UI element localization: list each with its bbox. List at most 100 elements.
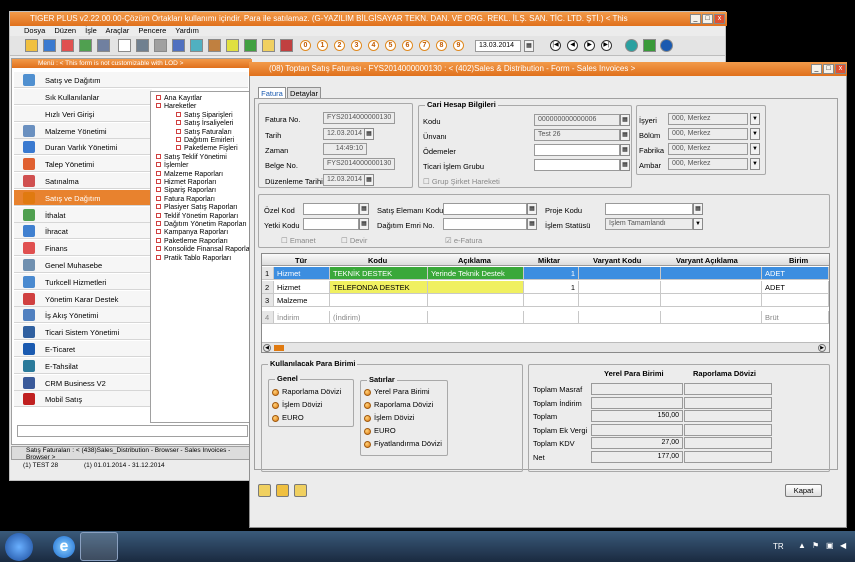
grid-cell-miktar[interactable] <box>524 310 579 324</box>
grid-cell-vk[interactable] <box>579 267 661 280</box>
bottom-tool-2-button[interactable] <box>276 484 289 497</box>
fabrika-field[interactable]: 000, Merkez <box>668 143 748 155</box>
header-tur[interactable]: Tür <box>295 256 307 265</box>
sidebar-item-14[interactable]: Ticari Sistem Yönetimi <box>14 324 152 341</box>
fatura-no-field[interactable]: FYS2014000000130 <box>323 112 395 124</box>
tarih-field[interactable]: 12.03.2014 <box>323 128 365 140</box>
tree-node[interactable]: Satış Faturaları <box>176 128 232 136</box>
grid-scrollbar[interactable]: ◀ ▶ <box>262 342 829 352</box>
sidebar-item-5[interactable]: Satınalma <box>14 173 152 189</box>
shortcut-2[interactable]: 2 <box>334 40 345 51</box>
nav-prev-icon[interactable]: ◀ <box>567 40 578 51</box>
tool-table-icon[interactable] <box>97 39 110 52</box>
grid-cell-tur[interactable]: Malzeme <box>274 294 330 307</box>
grid-cell-vk[interactable] <box>579 294 661 307</box>
devir-checkbox[interactable]: ☐ Devir <box>341 236 367 245</box>
sidebar-item-13[interactable]: İş Akış Yönetimi <box>14 307 152 324</box>
tool-link-icon[interactable] <box>244 39 257 52</box>
grid-cell-miktar[interactable]: 1 <box>524 267 579 280</box>
shortcut-1[interactable]: 1 <box>317 40 328 51</box>
satir-islem-radio[interactable]: İşlem Dövizi <box>364 413 414 422</box>
grid-cell-vk[interactable] <box>579 310 661 324</box>
sidebar-item-17[interactable]: CRM Business V2 <box>14 374 152 391</box>
grid-cell-va[interactable] <box>661 294 762 307</box>
yetki-kodu-field[interactable] <box>303 218 359 230</box>
tree-node[interactable]: İşlemler <box>156 162 189 169</box>
tray-flag-icon[interactable]: ⚑ <box>812 541 819 550</box>
kapat-button[interactable]: Kapat <box>785 484 822 497</box>
grid-cell-aciklama[interactable] <box>428 280 524 294</box>
isyeri-dropdown[interactable]: ▼ <box>750 113 760 125</box>
tarih-calendar-icon[interactable]: ▦ <box>364 128 374 140</box>
belge-no-field[interactable]: FYS2014000000130 <box>323 158 395 170</box>
sidebar-item-4[interactable]: Talep Yönetimi <box>14 156 152 173</box>
grid-cell-kodu[interactable] <box>330 294 428 307</box>
grid-cell-vk[interactable] <box>579 280 661 294</box>
ozel-kod-field[interactable] <box>303 203 359 215</box>
kodu-field[interactable]: 000000000000006 <box>534 114 620 126</box>
grid-cell-va[interactable] <box>661 310 762 324</box>
grid-cell-n[interactable]: 3 <box>262 294 274 307</box>
tool-d-icon[interactable] <box>660 39 673 52</box>
sidebar-item-12[interactable]: Yönetim Karar Destek <box>14 290 152 307</box>
zaman-field[interactable]: 14:49:10 <box>323 143 367 155</box>
ozel-kod-dropdown[interactable]: ▦ <box>359 203 369 215</box>
odemeler-dropdown[interactable]: ▦ <box>620 144 630 156</box>
grid-cell-va[interactable] <box>661 280 762 294</box>
grid-cell-kodu[interactable]: TEKNİK DESTEK <box>330 267 428 280</box>
grid-cell-kodu[interactable]: TELEFONDA DESTEK <box>330 280 428 294</box>
tree-node[interactable]: Konsolide Finansal Raporlar <box>156 246 252 253</box>
menu-title-satis[interactable]: Satış ve Dağıtım <box>14 72 248 88</box>
grid-cell-birim[interactable]: Brüt <box>762 310 829 324</box>
unvani-dropdown[interactable]: ▦ <box>620 129 630 141</box>
grid-cell-birim[interactable] <box>762 294 829 307</box>
tool-settings-icon[interactable] <box>208 39 221 52</box>
tool-search-icon[interactable] <box>262 39 275 52</box>
header-birim[interactable]: Birim <box>789 256 808 265</box>
form-maximize-button[interactable]: □ <box>823 64 834 74</box>
shortcut-0[interactable]: 0 <box>300 40 311 51</box>
tool-calc-icon[interactable] <box>154 39 167 52</box>
menu-isle[interactable]: İşle <box>85 26 97 35</box>
kodu-dropdown[interactable]: ▦ <box>620 114 630 126</box>
satir-fiyat-radio[interactable]: Fiyatlandırma Dövizi <box>364 439 442 448</box>
shortcut-3[interactable]: 3 <box>351 40 362 51</box>
tree-node[interactable]: Hareketler <box>156 103 196 110</box>
menu-araclar[interactable]: Araçlar <box>105 26 129 35</box>
grid-cell-va[interactable] <box>661 267 762 280</box>
grup-checkbox[interactable]: ☐ Grup Şirket Hareketi <box>423 177 500 186</box>
ticari-dropdown[interactable]: ▦ <box>620 159 630 171</box>
tree-node[interactable]: Hizmet Raporları <box>156 179 217 186</box>
efatura-checkbox[interactable]: ☑ e-Fatura <box>445 236 482 245</box>
scroll-right-icon[interactable]: ▶ <box>818 344 826 352</box>
grid-cell-n[interactable]: 2 <box>262 280 274 294</box>
islem-statusu-field[interactable]: İşlem Tamamlandı <box>605 218 693 230</box>
tree-node[interactable]: Ana Kayıtlar <box>156 95 202 102</box>
ticari-field[interactable] <box>534 159 620 171</box>
header-varyant-kodu[interactable]: Varyant Kodu <box>593 256 641 265</box>
sidebar-item-10[interactable]: Genel Muhasebe <box>14 257 152 273</box>
proje-field[interactable] <box>605 203 693 215</box>
tool-puzzle-icon[interactable] <box>643 39 656 52</box>
main-minimize-button[interactable]: _ <box>690 14 701 24</box>
tree-node[interactable]: Fatura Raporları <box>156 195 215 203</box>
grid-cell-aciklama[interactable] <box>428 294 524 307</box>
tab-detaylar[interactable]: Detaylar <box>287 87 321 98</box>
sidebar-item-0[interactable]: Sık Kullanılanlar <box>14 89 152 105</box>
shortcut-5[interactable]: 5 <box>385 40 396 51</box>
tool-edit-icon[interactable] <box>61 39 74 52</box>
tree-node[interactable]: Plasiyer Satış Raporları <box>156 204 238 211</box>
menu-pencere[interactable]: Pencere <box>138 26 166 35</box>
satis-elemani-dropdown[interactable]: ▦ <box>527 203 537 215</box>
sidebar-item-7[interactable]: İthalat <box>14 206 152 223</box>
tray-arrow-icon[interactable]: ▲ <box>798 541 806 550</box>
tool-euro-icon[interactable] <box>625 39 638 52</box>
nav-first-icon[interactable]: |◀ <box>550 40 561 51</box>
tree-node[interactable]: Paketleme Fişleri <box>176 145 238 152</box>
ambar-field[interactable]: 000, Merkez <box>668 158 748 170</box>
grid-cell-kodu[interactable]: (İndirim) <box>330 310 428 324</box>
tree-node[interactable]: Pratik Tablo Raporları <box>156 254 231 262</box>
tool-list-icon[interactable] <box>172 39 185 52</box>
tree-node[interactable]: Teklif Yönetim Raporları <box>156 212 238 220</box>
shortcut-7[interactable]: 7 <box>419 40 430 51</box>
